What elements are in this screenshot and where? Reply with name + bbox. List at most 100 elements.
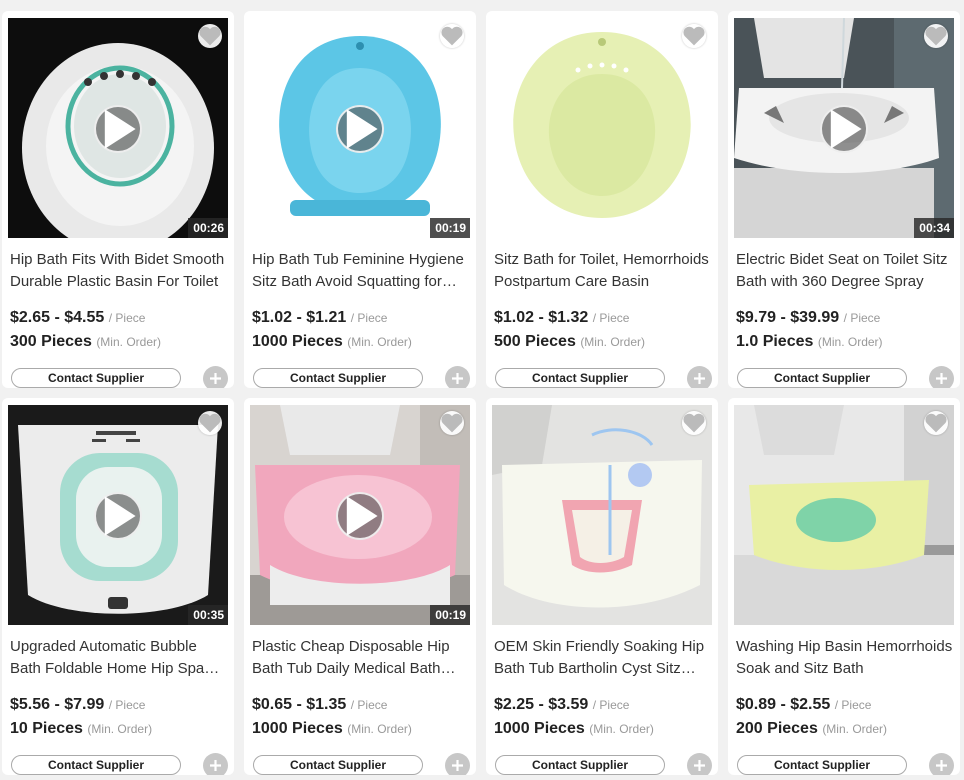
min-order-label: (Min. Order) — [347, 722, 412, 736]
min-order-quantity: 200 Pieces — [736, 720, 818, 737]
price-row: $2.65 - $4.55 / Piece — [10, 309, 230, 327]
video-duration: 00:34 — [914, 218, 954, 238]
contact-supplier-button[interactable]: Contact Supplier — [253, 755, 423, 775]
price-row: $1.02 - $1.21 / Piece — [252, 309, 472, 327]
add-to-list-button[interactable] — [445, 366, 470, 388]
add-to-list-button[interactable] — [687, 753, 712, 775]
favorite-button[interactable] — [682, 24, 706, 48]
video-duration: 00:19 — [430, 218, 470, 238]
min-order-label: (Min. Order) — [822, 722, 887, 736]
favorite-button[interactable] — [440, 24, 464, 48]
play-icon[interactable] — [820, 105, 868, 153]
favorite-button[interactable] — [440, 411, 464, 435]
favorite-button[interactable] — [198, 24, 222, 48]
price-row: $5.56 - $7.99 / Piece — [10, 696, 230, 714]
price-range: $0.89 - $2.55 — [736, 696, 831, 713]
min-order-label: (Min. Order) — [87, 722, 153, 736]
price-unit: / Piece — [592, 311, 630, 325]
contact-supplier-button[interactable]: Contact Supplier — [737, 755, 907, 775]
min-order-quantity: 1000 Pieces — [252, 720, 343, 737]
heart-icon — [441, 26, 463, 46]
price-unit: / Piece — [834, 698, 872, 712]
product-image-thumbnail[interactable] — [492, 405, 712, 625]
product-video-thumbnail[interactable]: 00:35 — [8, 405, 228, 625]
product-title[interactable]: Washing Hip Basin Hemorrhoids Soak and S… — [736, 636, 954, 680]
product-video-thumbnail[interactable]: 00:34 — [734, 18, 954, 238]
plus-icon — [936, 760, 947, 771]
heart-icon — [441, 413, 463, 433]
heart-icon — [925, 26, 947, 46]
contact-supplier-button[interactable]: Contact Supplier — [11, 368, 181, 388]
favorite-button[interactable] — [198, 411, 222, 435]
favorite-button[interactable] — [924, 24, 948, 48]
contact-supplier-button[interactable]: Contact Supplier — [495, 755, 665, 775]
min-order-label: (Min. Order) — [589, 722, 654, 736]
product-image-thumbnail[interactable] — [734, 405, 954, 625]
add-to-list-button[interactable] — [687, 366, 712, 388]
play-icon[interactable] — [336, 492, 384, 540]
add-to-list-button[interactable] — [929, 366, 954, 388]
min-order-label: (Min. Order) — [817, 335, 883, 349]
min-order-label: (Min. Order) — [96, 335, 161, 349]
product-card[interactable]: 00:35 Upgraded Automatic Bubble Bath Fol… — [2, 398, 234, 775]
product-title[interactable]: Upgraded Automatic Bubble Bath Foldable … — [10, 636, 228, 680]
product-title[interactable]: Sitz Bath for Toilet, Hemorrhoids Postpa… — [494, 249, 712, 293]
heart-icon — [683, 26, 705, 46]
moq-row: 10 Pieces (Min. Order) — [10, 720, 152, 738]
contact-supplier-button[interactable]: Contact Supplier — [11, 755, 181, 775]
min-order-quantity: 1000 Pieces — [252, 333, 343, 350]
product-card[interactable]: 00:26 Hip Bath Fits With Bidet Smooth Du… — [2, 11, 234, 388]
min-order-quantity: 300 Pieces — [10, 333, 92, 350]
moq-row: 1.0 Pieces (Min. Order) — [736, 333, 883, 351]
product-image — [492, 18, 712, 238]
heart-icon — [199, 26, 221, 46]
add-to-list-button[interactable] — [929, 753, 954, 775]
play-icon[interactable] — [336, 105, 384, 153]
product-card[interactable]: OEM Skin Friendly Soaking Hip Bath Tub B… — [486, 398, 718, 775]
price-row: $9.79 - $39.99 / Piece — [736, 309, 956, 327]
price-unit: / Piece — [592, 698, 630, 712]
heart-icon — [683, 413, 705, 433]
contact-supplier-button[interactable]: Contact Supplier — [253, 368, 423, 388]
product-video-thumbnail[interactable]: 00:26 — [8, 18, 228, 238]
product-image-thumbnail[interactable] — [492, 18, 712, 238]
product-card[interactable]: 00:19 Hip Bath Tub Feminine Hygiene Sitz… — [244, 11, 476, 388]
add-to-list-button[interactable] — [203, 753, 228, 775]
product-grid: 00:26 Hip Bath Fits With Bidet Smooth Du… — [0, 0, 964, 780]
min-order-label: (Min. Order) — [347, 335, 412, 349]
product-title[interactable]: Hip Bath Tub Feminine Hygiene Sitz Bath … — [252, 249, 470, 293]
favorite-button[interactable] — [682, 411, 706, 435]
product-card[interactable]: Washing Hip Basin Hemorrhoids Soak and S… — [728, 398, 960, 775]
favorite-button[interactable] — [924, 411, 948, 435]
contact-supplier-button[interactable]: Contact Supplier — [737, 368, 907, 388]
moq-row: 500 Pieces (Min. Order) — [494, 333, 645, 351]
product-card[interactable]: 00:19 Plastic Cheap Disposable Hip Bath … — [244, 398, 476, 775]
play-icon[interactable] — [94, 492, 142, 540]
product-card[interactable]: Sitz Bath for Toilet, Hemorrhoids Postpa… — [486, 11, 718, 388]
product-title[interactable]: Hip Bath Fits With Bidet Smooth Durable … — [10, 249, 228, 293]
product-video-thumbnail[interactable]: 00:19 — [250, 405, 470, 625]
moq-row: 1000 Pieces (Min. Order) — [494, 720, 654, 738]
product-title[interactable]: Electric Bidet Seat on Toilet Sitz Bath … — [736, 249, 954, 293]
video-duration: 00:26 — [188, 218, 228, 238]
moq-row: 200 Pieces (Min. Order) — [736, 720, 887, 738]
product-video-thumbnail[interactable]: 00:19 — [250, 18, 470, 238]
add-to-list-button[interactable] — [203, 366, 228, 388]
min-order-quantity: 1000 Pieces — [494, 720, 585, 737]
product-title[interactable]: OEM Skin Friendly Soaking Hip Bath Tub B… — [494, 636, 712, 680]
add-to-list-button[interactable] — [445, 753, 470, 775]
product-card[interactable]: 00:34 Electric Bidet Seat on Toilet Sitz… — [728, 11, 960, 388]
plus-icon — [452, 373, 463, 384]
price-row: $0.89 - $2.55 / Piece — [736, 696, 956, 714]
play-icon[interactable] — [94, 105, 142, 153]
price-row: $1.02 - $1.32 / Piece — [494, 309, 714, 327]
moq-row: 1000 Pieces (Min. Order) — [252, 720, 412, 738]
contact-supplier-button[interactable]: Contact Supplier — [495, 368, 665, 388]
plus-icon — [452, 760, 463, 771]
product-title[interactable]: Plastic Cheap Disposable Hip Bath Tub Da… — [252, 636, 470, 680]
price-range: $1.02 - $1.32 — [494, 309, 589, 326]
min-order-label: (Min. Order) — [580, 335, 645, 349]
moq-row: 300 Pieces (Min. Order) — [10, 333, 161, 351]
product-image — [492, 405, 712, 625]
price-row: $2.25 - $3.59 / Piece — [494, 696, 714, 714]
